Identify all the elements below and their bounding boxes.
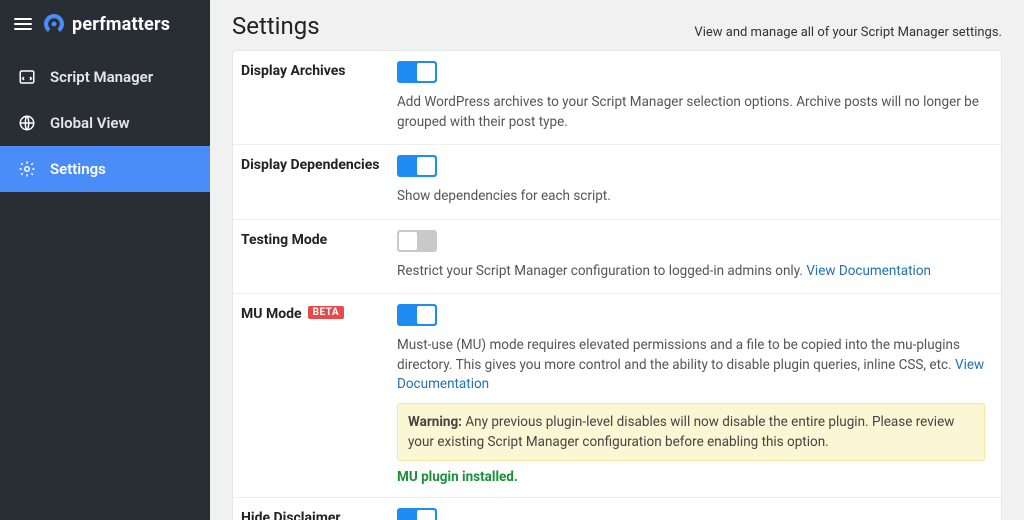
- sidebar-nav: Script Manager Global View Settings: [0, 54, 210, 192]
- settings-card: Display Archives Add WordPress archives …: [232, 50, 1002, 520]
- sidebar-item-script-manager[interactable]: Script Manager: [0, 54, 210, 100]
- setting-label: Display Dependencies: [241, 155, 397, 207]
- main-content: Settings View and manage all of your Scr…: [210, 0, 1024, 520]
- row-hide-disclaimer: Hide Disclaimer Hide the disclaimer mess…: [233, 498, 1001, 520]
- row-testing-mode: Testing Mode Restrict your Script Manage…: [233, 220, 1001, 295]
- warning-box: Warning: Any previous plugin-level disab…: [397, 403, 985, 462]
- setting-label: Hide Disclaimer: [241, 508, 397, 520]
- setting-description: Restrict your Script Manager configurati…: [397, 262, 985, 282]
- setting-description: Add WordPress archives to your Script Ma…: [397, 93, 985, 132]
- code-icon: [18, 68, 36, 86]
- sidebar-header: perfmatters: [0, 0, 210, 50]
- setting-label: Testing Mode: [241, 230, 397, 282]
- brand-icon: [42, 12, 66, 36]
- globe-icon: [18, 114, 36, 132]
- success-message: MU plugin installed.: [397, 469, 985, 485]
- toggle-testing-mode[interactable]: [397, 230, 437, 252]
- brand-name: perfmatters: [72, 14, 170, 35]
- sidebar-item-settings[interactable]: Settings: [0, 146, 210, 192]
- row-display-dependencies: Display Dependencies Show dependencies f…: [233, 145, 1001, 220]
- row-display-archives: Display Archives Add WordPress archives …: [233, 51, 1001, 145]
- beta-badge: BETA: [308, 306, 345, 319]
- sidebar-item-label: Script Manager: [50, 68, 153, 86]
- sidebar-item-global-view[interactable]: Global View: [0, 100, 210, 146]
- brand: perfmatters: [42, 12, 170, 36]
- row-mu-mode: MU Mode BETA Must-use (MU) mode requires…: [233, 294, 1001, 498]
- toggle-hide-disclaimer[interactable]: [397, 508, 437, 520]
- toggle-display-dependencies[interactable]: [397, 155, 437, 177]
- setting-label: MU Mode BETA: [241, 304, 397, 485]
- sidebar: perfmatters Script Manager Global View S…: [0, 0, 210, 520]
- toggle-display-archives[interactable]: [397, 61, 437, 83]
- setting-description: Must-use (MU) mode requires elevated per…: [397, 336, 985, 395]
- toggle-mu-mode[interactable]: [397, 304, 437, 326]
- page-title: Settings: [232, 12, 320, 40]
- setting-description: Show dependencies for each script.: [397, 187, 985, 207]
- gear-icon: [18, 160, 36, 178]
- sidebar-item-label: Global View: [50, 114, 130, 132]
- page-description: View and manage all of your Script Manag…: [694, 25, 1002, 40]
- link-testing-docs[interactable]: View Documentation: [806, 263, 931, 279]
- sidebar-item-label: Settings: [50, 160, 106, 178]
- page-header: Settings View and manage all of your Scr…: [232, 12, 1002, 40]
- menu-icon[interactable]: [14, 15, 32, 33]
- setting-label: Display Archives: [241, 61, 397, 132]
